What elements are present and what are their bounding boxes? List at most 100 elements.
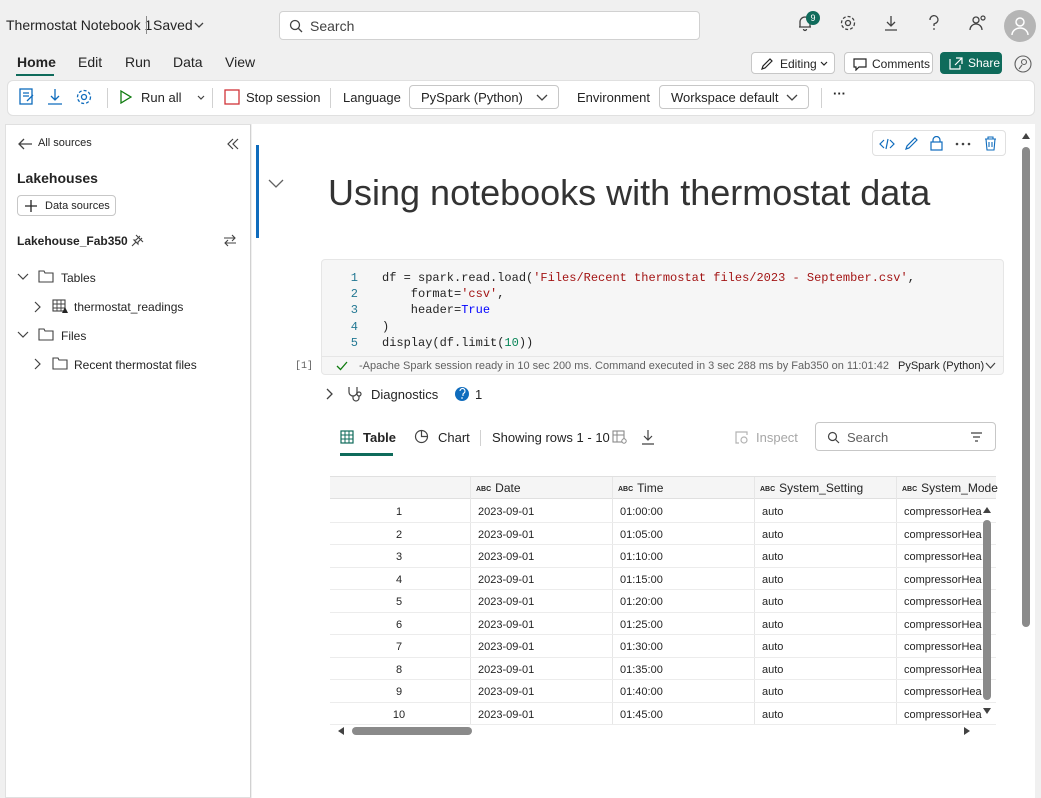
- chevron-down-icon[interactable]: [193, 20, 205, 30]
- inspect-button[interactable]: Inspect: [756, 430, 798, 445]
- download-icon[interactable]: [47, 88, 63, 106]
- chevron-down-icon[interactable]: [985, 362, 996, 370]
- markdown-heading[interactable]: Using notebooks with thermostat data: [328, 172, 930, 214]
- environment-dropdown[interactable]: Workspace default: [659, 85, 809, 109]
- files-folder[interactable]: Files: [61, 329, 86, 343]
- lock-icon[interactable]: [930, 136, 943, 151]
- table-horizontal-scrollbar-thumb[interactable]: [352, 727, 472, 735]
- code-line[interactable]: df = spark.read.load('Files/Recent therm…: [382, 271, 915, 285]
- code-cell[interactable]: 1 df = spark.read.load('Files/Recent ther…: [321, 259, 1004, 375]
- language-dropdown[interactable]: PySpark (Python): [409, 85, 559, 109]
- tab-edit[interactable]: Edit: [78, 54, 102, 70]
- chevron-down-icon[interactable]: [268, 179, 284, 189]
- column-header-system-setting[interactable]: ABC System_Setting: [760, 481, 863, 495]
- environment-value: Workspace default: [671, 90, 779, 105]
- more-options-button[interactable]: ···: [833, 86, 846, 101]
- checkmark-icon: [336, 361, 348, 371]
- table-row[interactable]: 4 2023-09-01 01:15:00 auto compressorHea: [330, 568, 996, 590]
- arrow-left-icon[interactable]: [17, 137, 33, 151]
- chevron-down-icon[interactable]: [17, 331, 29, 339]
- output-tab-chart[interactable]: Chart: [438, 430, 470, 445]
- all-sources-link[interactable]: All sources: [38, 137, 92, 149]
- chevron-right-icon[interactable]: [326, 388, 334, 400]
- data-sources-button[interactable]: Data sources: [17, 195, 116, 216]
- chevron-down-icon[interactable]: [17, 273, 29, 281]
- cell-language[interactable]: PySpark (Python): [898, 360, 984, 372]
- column-header-time[interactable]: ABC Time: [618, 481, 663, 495]
- table-cell: 2023-09-01: [478, 596, 535, 608]
- table-cell: compressorHea: [904, 641, 982, 653]
- pencil-icon[interactable]: [904, 136, 919, 151]
- table-row[interactable]: 6 2023-09-01 01:25:00 auto compressorHea: [330, 613, 996, 635]
- more-icon[interactable]: [955, 142, 971, 146]
- rows-settings-icon[interactable]: [612, 430, 627, 444]
- code-icon[interactable]: [879, 137, 895, 151]
- scroll-left-icon[interactable]: [337, 726, 345, 736]
- tab-view[interactable]: View: [225, 54, 255, 70]
- code-line[interactable]: ): [382, 320, 389, 334]
- table-row[interactable]: 1 2023-09-01 01:00:00 auto compressorHea: [330, 500, 996, 523]
- download-icon[interactable]: [641, 429, 655, 445]
- row-index: 7: [395, 641, 403, 653]
- download-icon[interactable]: [882, 14, 900, 32]
- editing-mode-button[interactable]: Editing: [751, 52, 835, 74]
- table-vertical-scrollbar-thumb[interactable]: [983, 520, 991, 700]
- help-icon[interactable]: [926, 14, 942, 32]
- tables-folder[interactable]: Tables: [61, 271, 96, 285]
- saved-status[interactable]: Saved: [153, 17, 193, 33]
- row-index: 5: [395, 596, 403, 608]
- folder-item-recent-thermostat-files[interactable]: Recent thermostat files: [74, 358, 197, 372]
- settings-icon[interactable]: [75, 88, 93, 106]
- table-row[interactable]: 3 2023-09-01 01:10:00 auto compressorHea: [330, 545, 996, 568]
- notebook-title[interactable]: Thermostat Notebook 1: [6, 17, 152, 33]
- column-header-date[interactable]: ABC Date: [476, 481, 521, 495]
- user-avatar[interactable]: [1004, 10, 1036, 42]
- chevron-down-icon: [820, 61, 828, 66]
- share-button[interactable]: Share: [940, 52, 1002, 74]
- delete-icon[interactable]: [984, 136, 997, 151]
- tab-data[interactable]: Data: [173, 54, 203, 70]
- tab-run[interactable]: Run: [125, 54, 151, 70]
- page-scroll-up-icon[interactable]: [1021, 132, 1031, 140]
- table-row[interactable]: 9 2023-09-01 01:40:00 auto compressorHea: [330, 680, 996, 703]
- table-row[interactable]: 5 2023-09-01 01:20:00 auto compressorHea: [330, 590, 996, 613]
- global-search-input[interactable]: Search: [279, 11, 700, 40]
- table-cell: 2023-09-01: [478, 506, 535, 518]
- scroll-down-icon[interactable]: [982, 707, 992, 715]
- table-row[interactable]: 7 2023-09-01 01:30:00 auto compressorHea: [330, 635, 996, 658]
- filter-icon[interactable]: [970, 431, 983, 443]
- output-search-input[interactable]: Search: [815, 422, 996, 451]
- copilot-icon[interactable]: [1014, 55, 1032, 73]
- pin-icon[interactable]: [131, 234, 144, 247]
- chevron-right-icon[interactable]: [34, 358, 42, 370]
- table-row[interactable]: 8 2023-09-01 01:35:00 auto compressorHea: [330, 658, 996, 680]
- line-number: 5: [350, 335, 358, 350]
- table-row[interactable]: 2 2023-09-01 01:05:00 auto compressorHea: [330, 523, 996, 545]
- table-row[interactable]: 10 2023-09-01 01:45:00 auto compressorHea: [330, 703, 996, 725]
- diagnostics-label[interactable]: Diagnostics: [371, 387, 438, 402]
- page-vertical-scrollbar-thumb[interactable]: [1022, 147, 1030, 627]
- code-line[interactable]: display(df.limit(10)): [382, 336, 533, 350]
- code-line[interactable]: format='csv',: [382, 287, 505, 301]
- table-cell: 2023-09-01: [478, 573, 535, 586]
- table-item-thermostat-readings[interactable]: thermostat_readings: [74, 300, 183, 314]
- play-icon[interactable]: [120, 90, 132, 104]
- comments-button[interactable]: Comments: [844, 52, 933, 74]
- code-line[interactable]: header=True: [382, 303, 490, 317]
- column-header-system-mode[interactable]: ABC System_Mode: [902, 481, 998, 495]
- output-tab-table[interactable]: Table: [363, 430, 396, 445]
- tab-home[interactable]: Home: [17, 54, 56, 70]
- gear-icon[interactable]: [839, 14, 857, 32]
- stop-session-button[interactable]: Stop session: [246, 90, 320, 105]
- switch-icon[interactable]: [223, 234, 237, 247]
- share-people-icon[interactable]: [969, 14, 987, 32]
- collapse-pane-icon[interactable]: [227, 138, 239, 150]
- scroll-up-icon[interactable]: [982, 506, 992, 514]
- notebook-icon[interactable]: [18, 87, 36, 107]
- run-all-button[interactable]: Run all: [141, 90, 181, 105]
- lakehouse-name[interactable]: Lakehouse_Fab350: [17, 234, 128, 248]
- scroll-right-icon[interactable]: [963, 726, 971, 736]
- chevron-down-icon[interactable]: [197, 94, 205, 102]
- chevron-right-icon[interactable]: [34, 301, 42, 313]
- stop-icon[interactable]: [224, 89, 240, 105]
